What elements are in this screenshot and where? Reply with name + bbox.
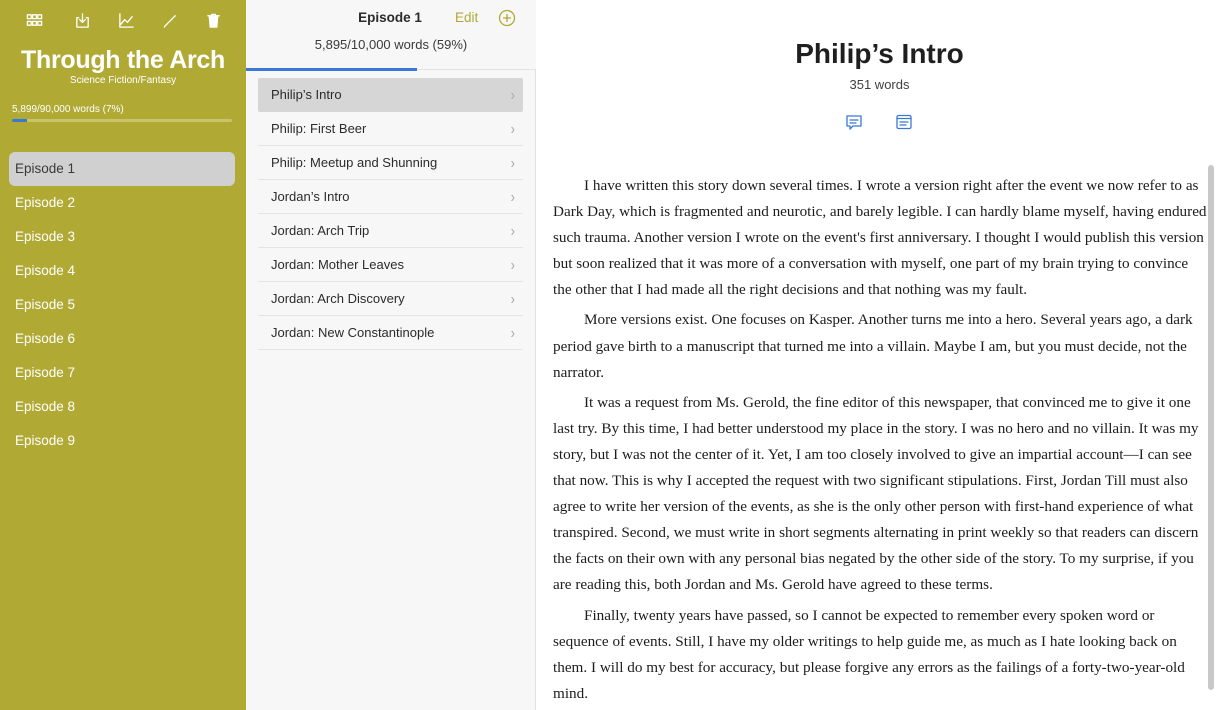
chapter-label: Jordan’s Intro [271, 189, 350, 204]
chapter-label: Philip’s Intro [271, 87, 342, 102]
episode-header: Episode 1 Edit 5,895/10,000 words (59%) [246, 0, 536, 71]
chevron-right-icon: › [510, 289, 515, 308]
chevron-right-icon: › [510, 323, 515, 342]
document-paragraph: I have written this story down several t… [553, 177, 1207, 299]
edit-button[interactable]: Edit [455, 10, 478, 25]
chapter-label: Philip: First Beer [271, 121, 367, 136]
stats-icon[interactable] [115, 10, 137, 30]
sidebar-item-episode[interactable]: Episode 9 [9, 424, 235, 458]
sidebar-toolbar [0, 10, 246, 30]
editor: Philip’s Intro 351 words I have written … [537, 0, 1216, 710]
document-paragraph: Finally, twenty years have passed, so I … [553, 606, 1185, 702]
sidebar-item-episode[interactable]: Episode 4 [9, 254, 235, 288]
document-paragraph: More versions exist. One focuses on Kasp… [553, 311, 1193, 381]
chapter-label: Jordan: Arch Trip [271, 223, 370, 238]
sidebar-item-episode[interactable]: Episode 3 [9, 220, 235, 254]
chevron-right-icon: › [510, 119, 515, 138]
project-genre: Science Fiction/Fantasy [69, 75, 177, 86]
chevron-right-icon: › [510, 221, 515, 240]
editor-scrollbar[interactable] [1208, 165, 1214, 690]
pencil-icon[interactable] [159, 10, 181, 30]
project-progress-bar [12, 119, 232, 122]
export-icon[interactable] [71, 10, 93, 30]
document-body[interactable]: I have written this story down several t… [553, 173, 1209, 710]
sidebar: Through the Arch Science Fiction/Fantasy… [0, 0, 246, 710]
document-word-count: 351 words [849, 77, 910, 92]
project-title: Through the Arch [21, 46, 225, 74]
chapter-row[interactable]: Philip: First Beer › [258, 112, 523, 146]
chapter-label: Jordan: New Constantinople [271, 325, 435, 340]
sidebar-item-episode[interactable]: Episode 8 [9, 390, 235, 424]
episode-title: Episode 1 [358, 10, 422, 25]
chapter-row[interactable]: Jordan: Arch Trip › [258, 214, 523, 248]
add-chapter-icon[interactable] [498, 9, 516, 27]
sidebar-item-episode[interactable]: Episode 5 [9, 288, 235, 322]
project-progress-fill [12, 119, 28, 122]
chapter-row[interactable]: Jordan: Arch Discovery › [258, 282, 523, 316]
chapter-row[interactable]: Jordan: Mother Leaves › [258, 248, 523, 282]
episode-progress-bar [246, 68, 536, 71]
notes-icon[interactable] [895, 113, 915, 133]
trash-icon[interactable] [202, 10, 224, 30]
document-paragraph: It was a request from Ms. Gerold, the fi… [553, 393, 1199, 594]
project-word-count: 5,899/90,000 words (7%) [12, 104, 124, 115]
chapter-row[interactable]: Jordan’s Intro › [258, 180, 523, 214]
chapter-list: Philip’s Intro › Philip: First Beer › Philip… [258, 78, 523, 350]
chevron-right-icon: › [510, 85, 515, 104]
episode-progress-fill [246, 68, 418, 71]
chapter-row[interactable]: Philip’s Intro › [258, 78, 523, 112]
sidebar-item-episode[interactable]: Episode 2 [9, 186, 235, 220]
comment-icon[interactable] [845, 113, 865, 133]
chapter-panel: Episode 1 Edit 5,895/10,000 words (59%) … [246, 0, 536, 710]
sidebar-item-episode[interactable]: Episode 1 [9, 152, 235, 186]
chevron-right-icon: › [510, 153, 515, 172]
chapter-label: Jordan: Arch Discovery [271, 291, 405, 306]
episode-list: Episode 1 Episode 2 Episode 3 Episode 4 Epis… [9, 152, 235, 458]
chapter-label: Philip: Meetup and Shunning [271, 155, 438, 170]
chevron-right-icon: › [510, 187, 515, 206]
chevron-right-icon: › [510, 255, 515, 274]
sidebar-item-episode[interactable]: Episode 7 [9, 356, 235, 390]
episode-word-count: 5,895/10,000 words (59%) [314, 37, 468, 52]
chapter-row[interactable]: Jordan: New Constantinople › [258, 316, 523, 350]
sidebar-item-episode[interactable]: Episode 6 [9, 322, 235, 356]
grid-icon[interactable] [23, 10, 45, 30]
chapter-label: Jordan: Mother Leaves [271, 257, 404, 272]
chapter-row[interactable]: Philip: Meetup and Shunning › [258, 146, 523, 180]
document-title: Philip’s Intro [795, 38, 964, 69]
